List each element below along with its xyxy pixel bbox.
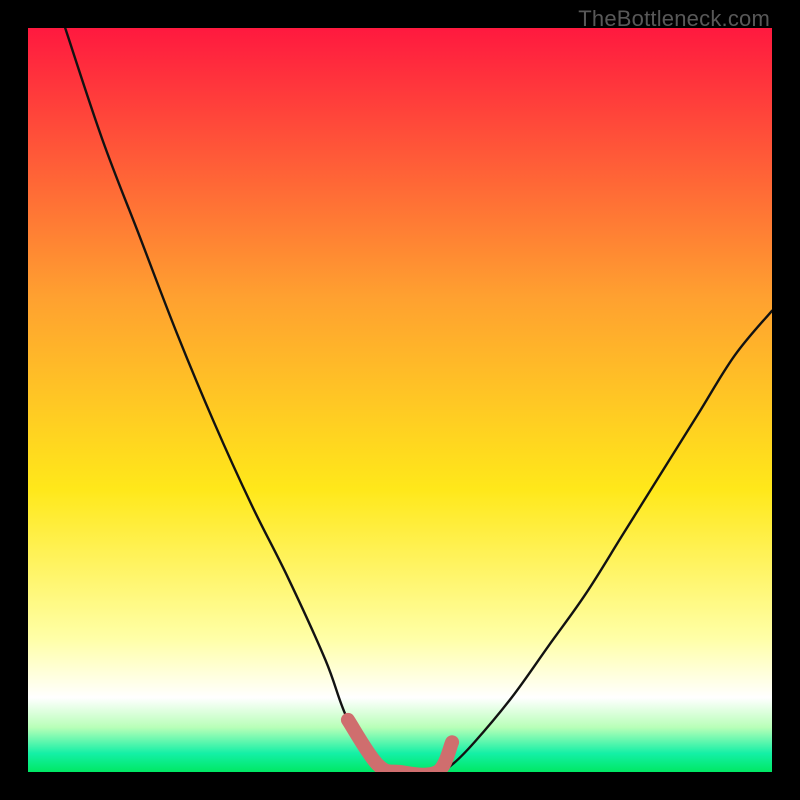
plot-area bbox=[28, 28, 772, 772]
chart-frame: TheBottleneck.com bbox=[0, 0, 800, 800]
bottleneck-curve bbox=[28, 28, 772, 772]
optimal-range-marker bbox=[348, 720, 452, 772]
